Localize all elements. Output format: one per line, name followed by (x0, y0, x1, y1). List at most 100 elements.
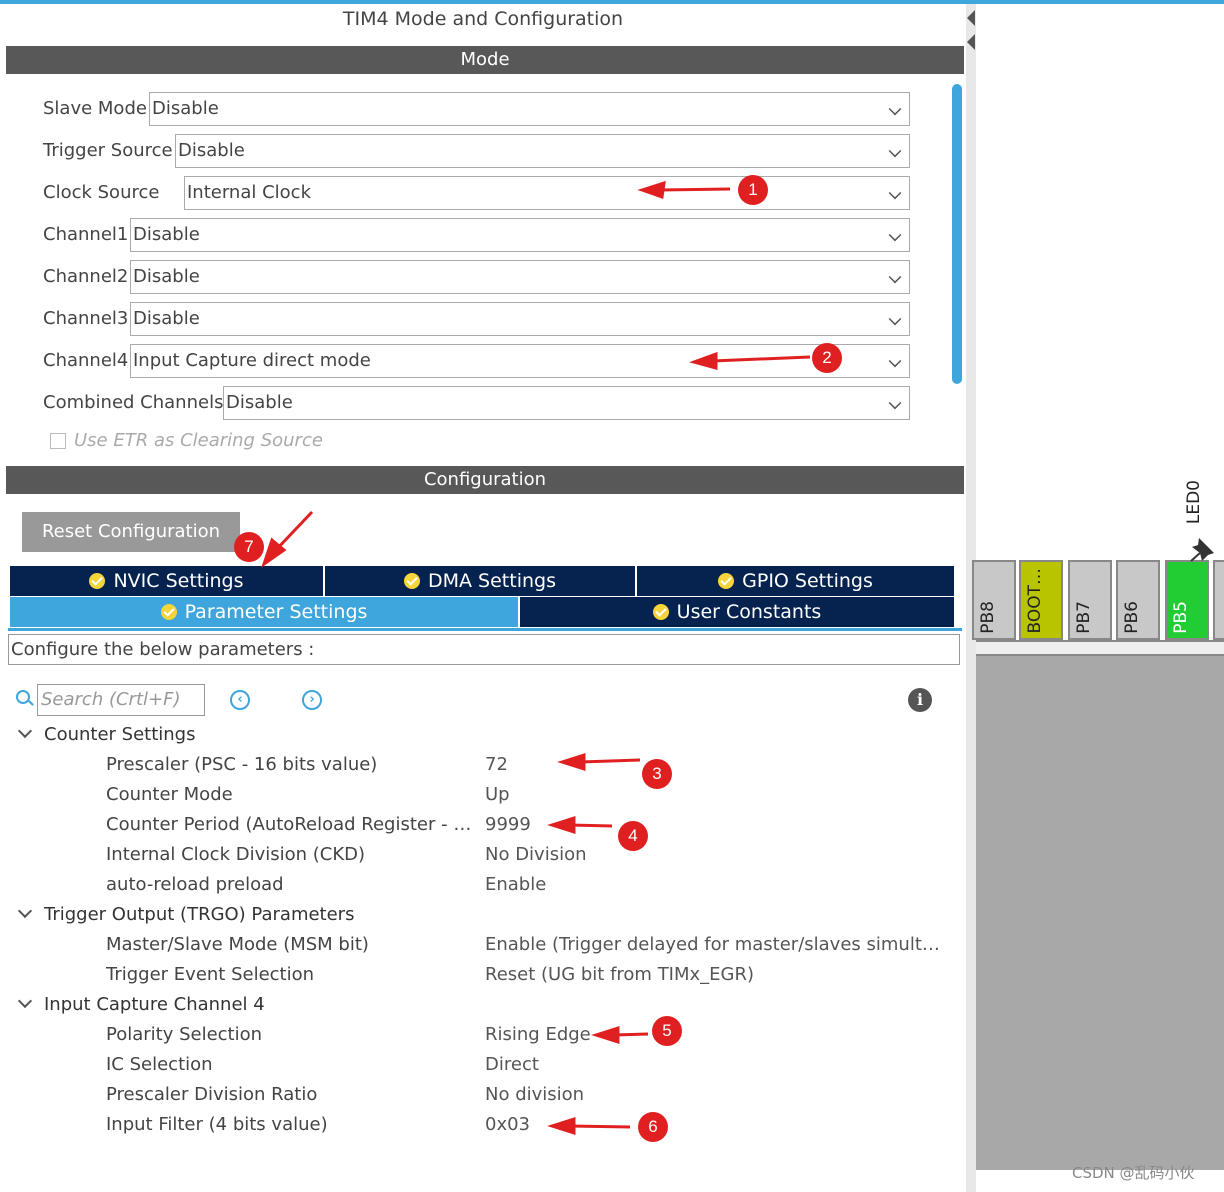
channel2-select[interactable]: Disable (130, 260, 910, 294)
channel2-value: Disable (133, 266, 200, 287)
param-value: 72 (485, 754, 508, 775)
chevron-down-icon (17, 903, 33, 919)
channel3-label: Channel3 (43, 308, 129, 329)
param-row[interactable]: Prescaler Division Ratio No division (0, 1084, 966, 1114)
group-title: Input Capture Channel 4 (44, 994, 265, 1015)
param-row[interactable]: Trigger Event Selection Reset (UG bit fro… (0, 964, 966, 994)
tab-parameter-settings[interactable]: Parameter Settings (10, 597, 519, 627)
mode-scrollbar[interactable] (952, 84, 962, 384)
channel3-row: Channel3 Disable (36, 302, 910, 336)
channel1-select[interactable]: Disable (130, 218, 910, 252)
group-input-capture-channel-4[interactable]: Input Capture Channel 4 (16, 993, 265, 1024)
param-row[interactable]: Master/Slave Mode (MSM bit) Enable (Trigg… (0, 934, 966, 964)
check-circle-icon (89, 573, 106, 589)
annotation-marker-7: 7 (234, 532, 264, 562)
channel2-label: Channel2 (43, 266, 129, 287)
pin-pb5[interactable]: PB5 (1165, 560, 1209, 640)
chevron-down-icon (17, 723, 33, 739)
check-circle-icon (652, 604, 669, 620)
slave-mode-select[interactable]: Disable (149, 92, 910, 126)
channel4-label: Channel4 (43, 350, 129, 371)
pin-label: PB8 (978, 601, 998, 634)
group-counter-settings[interactable]: Counter Settings (16, 723, 196, 754)
chevron-down-icon (888, 396, 902, 410)
pin-boot0[interactable]: BOOT… (1019, 560, 1063, 640)
channel4-select[interactable]: Input Capture direct mode (130, 344, 910, 378)
tab-label: User Constants (676, 601, 822, 623)
pin-partial[interactable] (1213, 560, 1224, 640)
combined-channels-row: Combined Channels Disable (36, 386, 910, 420)
tab-label: Parameter Settings (184, 601, 368, 623)
pin-label: PB5 (1171, 601, 1191, 634)
channel4-value: Input Capture direct mode (133, 350, 371, 371)
annotation-marker-1: 1 (738, 175, 768, 205)
param-value: 9999 (485, 814, 531, 835)
annotation-marker-5: 5 (652, 1016, 682, 1046)
previous-result-button[interactable]: ‹ (230, 690, 250, 710)
next-result-button[interactable]: › (302, 690, 322, 710)
tab-label: GPIO Settings (742, 570, 873, 592)
etr-checkbox[interactable]: Use ETR as Clearing Source (50, 430, 323, 451)
param-name: Polarity Selection (106, 1024, 263, 1045)
param-name: Prescaler (PSC - 16 bits value) (106, 754, 378, 775)
param-value: Up (485, 784, 510, 805)
channel1-value: Disable (133, 224, 200, 245)
slave-mode-value: Disable (152, 98, 219, 119)
tab-dma-settings[interactable]: DMA Settings (325, 566, 636, 596)
check-circle-icon (718, 573, 735, 589)
param-row[interactable]: Counter Period (AutoReload Register - 1…… (0, 814, 966, 844)
param-name: Input Filter (4 bits value) (106, 1114, 328, 1135)
pin-pb8[interactable]: PB8 (972, 560, 1016, 640)
param-row[interactable]: Internal Clock Division (CKD) No Division (0, 844, 966, 874)
param-name: Counter Mode (106, 784, 233, 805)
info-icon[interactable]: i (908, 688, 932, 712)
collapse-left-icon[interactable] (967, 34, 975, 50)
param-row[interactable]: Input Filter (4 bits value) 0x03 (0, 1114, 966, 1144)
param-row[interactable]: IC Selection Direct (0, 1054, 966, 1084)
clock-source-value: Internal Clock (187, 182, 311, 203)
tab-user-constants[interactable]: User Constants (520, 597, 955, 627)
channel2-row: Channel2 Disable (36, 260, 910, 294)
clock-source-select[interactable]: Internal Clock (184, 176, 910, 210)
channel4-row: Channel4 Input Capture direct mode (36, 344, 910, 378)
param-value: Direct (485, 1054, 539, 1075)
param-name: Prescaler Division Ratio (106, 1084, 318, 1105)
param-value: 0x03 (485, 1114, 531, 1135)
channel1-label: Channel1 (43, 224, 129, 245)
param-row[interactable]: auto-reload preload Enable (0, 874, 966, 904)
trigger-source-value: Disable (178, 140, 245, 161)
pin-label: BOOT… (1025, 568, 1045, 634)
panel-title: TIM4 Mode and Configuration (342, 8, 624, 30)
tab-nvic-settings[interactable]: NVIC Settings (10, 566, 324, 596)
tab-gpio-settings[interactable]: GPIO Settings (637, 566, 955, 596)
param-row[interactable]: Polarity Selection Rising Edge (0, 1024, 966, 1054)
collapse-left-icon[interactable] (967, 10, 975, 26)
reset-configuration-button[interactable]: Reset Configuration (22, 512, 240, 552)
param-value: Rising Edge (485, 1024, 591, 1045)
param-name: Counter Period (AutoReload Register - 1… (106, 814, 476, 835)
group-title: Counter Settings (44, 724, 196, 745)
combined-channels-select[interactable]: Disable (223, 386, 910, 420)
combined-channels-value: Disable (226, 392, 293, 413)
chevron-down-icon (888, 312, 902, 326)
configure-hint: Configure the below parameters : (8, 634, 960, 665)
pin-pb6[interactable]: PB6 (1116, 560, 1160, 640)
param-row[interactable]: Counter Mode Up (0, 784, 966, 814)
search-input[interactable]: Search (Crtl+F) (37, 684, 205, 716)
pin-label: PB6 (1122, 601, 1142, 634)
param-name: Master/Slave Mode (MSM bit) (106, 934, 369, 955)
trigger-source-select[interactable]: Disable (175, 134, 910, 168)
chevron-down-icon (888, 228, 902, 242)
group-trgo-parameters[interactable]: Trigger Output (TRGO) Parameters (16, 903, 354, 934)
chip-body (976, 656, 1224, 1170)
mode-header: Mode (6, 46, 964, 74)
channel3-value: Disable (133, 308, 200, 329)
check-circle-icon (404, 573, 420, 589)
param-row[interactable]: Prescaler (PSC - 16 bits value) 72 (0, 754, 966, 784)
check-circle-icon (160, 604, 177, 620)
param-name: IC Selection (106, 1054, 213, 1075)
channel1-row: Channel1 Disable (36, 218, 910, 252)
search-icon (16, 690, 30, 704)
pin-pb7[interactable]: PB7 (1068, 560, 1112, 640)
channel3-select[interactable]: Disable (130, 302, 910, 336)
